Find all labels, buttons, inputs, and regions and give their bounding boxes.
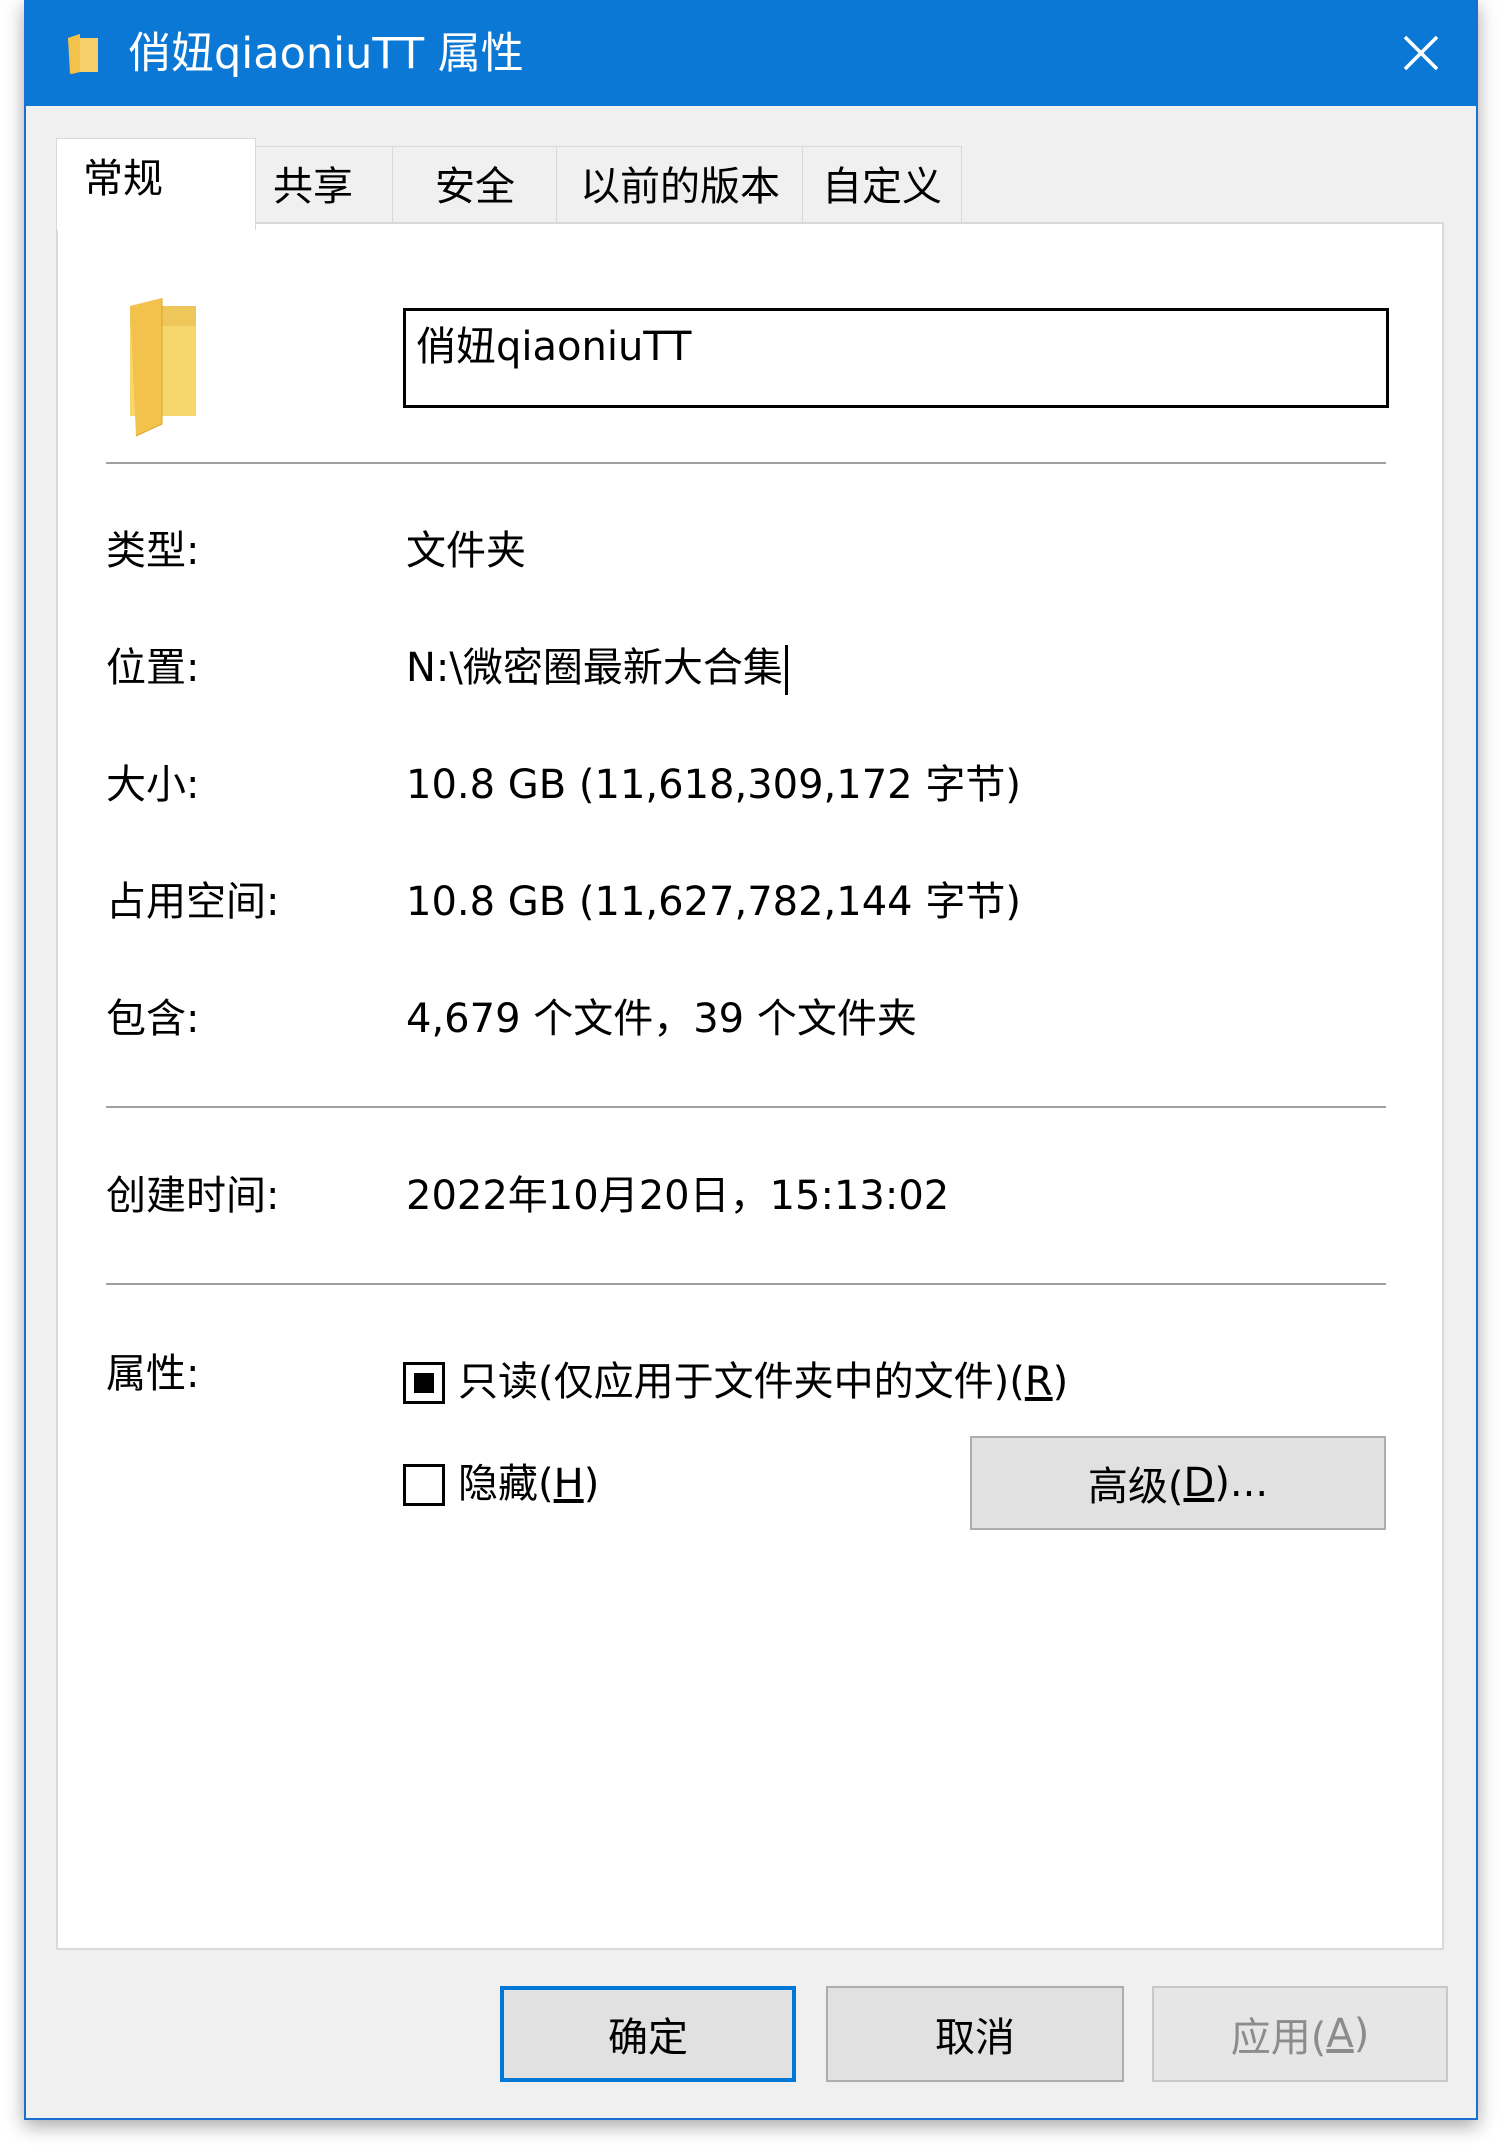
separator	[106, 1106, 1386, 1108]
text-caret	[784, 645, 788, 695]
type-value: 文件夹	[406, 528, 526, 574]
hidden-checkbox[interactable]	[403, 1464, 445, 1506]
folder-icon	[130, 298, 196, 437]
tab-security[interactable]: 安全	[392, 146, 558, 226]
indeterminate-mark	[414, 1373, 434, 1393]
disk-size-value: 10.8 GB (11,627,782,144 字节)	[406, 879, 1021, 925]
created-label: 创建时间:	[106, 1173, 280, 1219]
tab-general[interactable]: 常规	[56, 138, 256, 230]
close-button[interactable]	[1366, 0, 1476, 106]
separator	[106, 462, 1386, 464]
title-bar[interactable]: 俏妞qiaoniuTT 属性	[26, 0, 1476, 106]
close-icon	[1403, 35, 1439, 71]
contains-value: 4,679 个文件，39 个文件夹	[406, 996, 917, 1042]
advanced-button[interactable]: 高级(D)...	[970, 1436, 1386, 1530]
location-label: 位置:	[106, 645, 200, 691]
general-tab-panel	[56, 222, 1444, 1950]
ok-button[interactable]: 确定	[500, 1986, 796, 2082]
created-value: 2022年10月20日，15:13:02	[406, 1173, 950, 1219]
contains-label: 包含:	[106, 996, 200, 1042]
size-label: 大小:	[106, 762, 200, 808]
attributes-label: 属性:	[106, 1351, 200, 1397]
folder-name-input[interactable]	[403, 308, 1389, 408]
folder-icon	[68, 34, 98, 74]
readonly-label[interactable]: 只读(仅应用于文件夹中的文件)(R)	[458, 1354, 1068, 1410]
size-value: 10.8 GB (11,618,309,172 字节)	[406, 762, 1021, 808]
disk-size-label: 占用空间:	[106, 879, 280, 925]
location-value[interactable]: N:\微密圈最新大合集	[406, 640, 788, 696]
tab-customize[interactable]: 自定义	[802, 146, 962, 226]
window-title: 俏妞qiaoniuTT 属性	[128, 29, 524, 79]
separator	[106, 1283, 1386, 1285]
cancel-button[interactable]: 取消	[826, 1986, 1124, 2082]
tab-sharing[interactable]: 共享	[232, 146, 394, 226]
readonly-checkbox[interactable]	[403, 1362, 445, 1404]
hidden-label[interactable]: 隐藏(H)	[458, 1456, 599, 1512]
tab-previous-versions[interactable]: 以前的版本	[556, 146, 804, 226]
apply-button[interactable]: 应用(A)	[1152, 1986, 1448, 2082]
type-label: 类型:	[106, 528, 200, 574]
